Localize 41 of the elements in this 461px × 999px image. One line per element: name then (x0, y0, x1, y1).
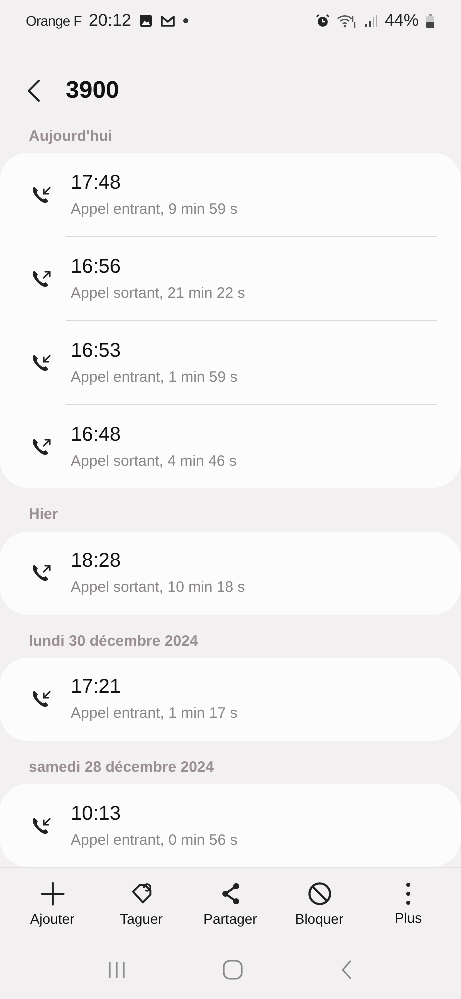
call-time: 17:48 (71, 172, 122, 195)
date-heading: Aujourd'hui (28, 127, 114, 148)
tag-action-button[interactable]: Taguer (98, 880, 186, 928)
status-time: 20:12 (88, 11, 132, 31)
back-chevron-icon (342, 960, 352, 980)
alarm-icon (316, 14, 330, 28)
date-heading: Hier (28, 505, 60, 526)
call-time: 18:28 (71, 550, 122, 573)
block-icon (306, 881, 332, 907)
call-details: Appel entrant, 1 min 59 s (71, 368, 238, 386)
call-time: 16:53 (71, 340, 122, 363)
battery-percentage: 44% (384, 11, 419, 31)
call-time: 16:48 (71, 424, 122, 447)
mail-icon (160, 14, 176, 28)
back-chevron-icon (28, 80, 40, 102)
call-time: 17:21 (71, 676, 122, 700)
block-action-button[interactable]: Bloquer (276, 880, 364, 928)
plus-icon (40, 881, 66, 907)
call-time: 16:56 (71, 256, 122, 279)
call-time: 10:13 (71, 802, 122, 826)
carrier-name: Orange F (26, 13, 82, 29)
date-heading: lundi 30 décembre 2024 (28, 632, 200, 652)
call-details: Appel sortant, 4 min 46 s (71, 452, 237, 470)
signal-icon (364, 14, 378, 28)
recent-apps-icon (108, 960, 125, 978)
home-icon (222, 958, 244, 980)
share-action-button[interactable]: Partager (186, 880, 274, 928)
image-icon (138, 14, 152, 28)
call-details: Appel entrant, 1 min 17 s (71, 705, 238, 722)
date-heading: samedi 28 décembre 2024 (28, 758, 216, 778)
more-icon (406, 882, 411, 906)
call-details: Appel sortant, 10 min 18 s (71, 579, 246, 596)
add-action-button[interactable]: Ajouter (8, 880, 96, 928)
wifi-icon (336, 14, 357, 28)
call-details: Appel entrant, 0 min 56 s (71, 832, 238, 848)
call-details: Appel sortant, 21 min 22 s (71, 284, 246, 302)
page-title: 3900 (66, 77, 120, 105)
more-action-button[interactable]: Plus (364, 881, 452, 927)
call-details: Appel entrant, 9 min 59 s (71, 200, 238, 218)
notification-dot-icon (182, 18, 188, 24)
battery-icon (426, 14, 435, 28)
